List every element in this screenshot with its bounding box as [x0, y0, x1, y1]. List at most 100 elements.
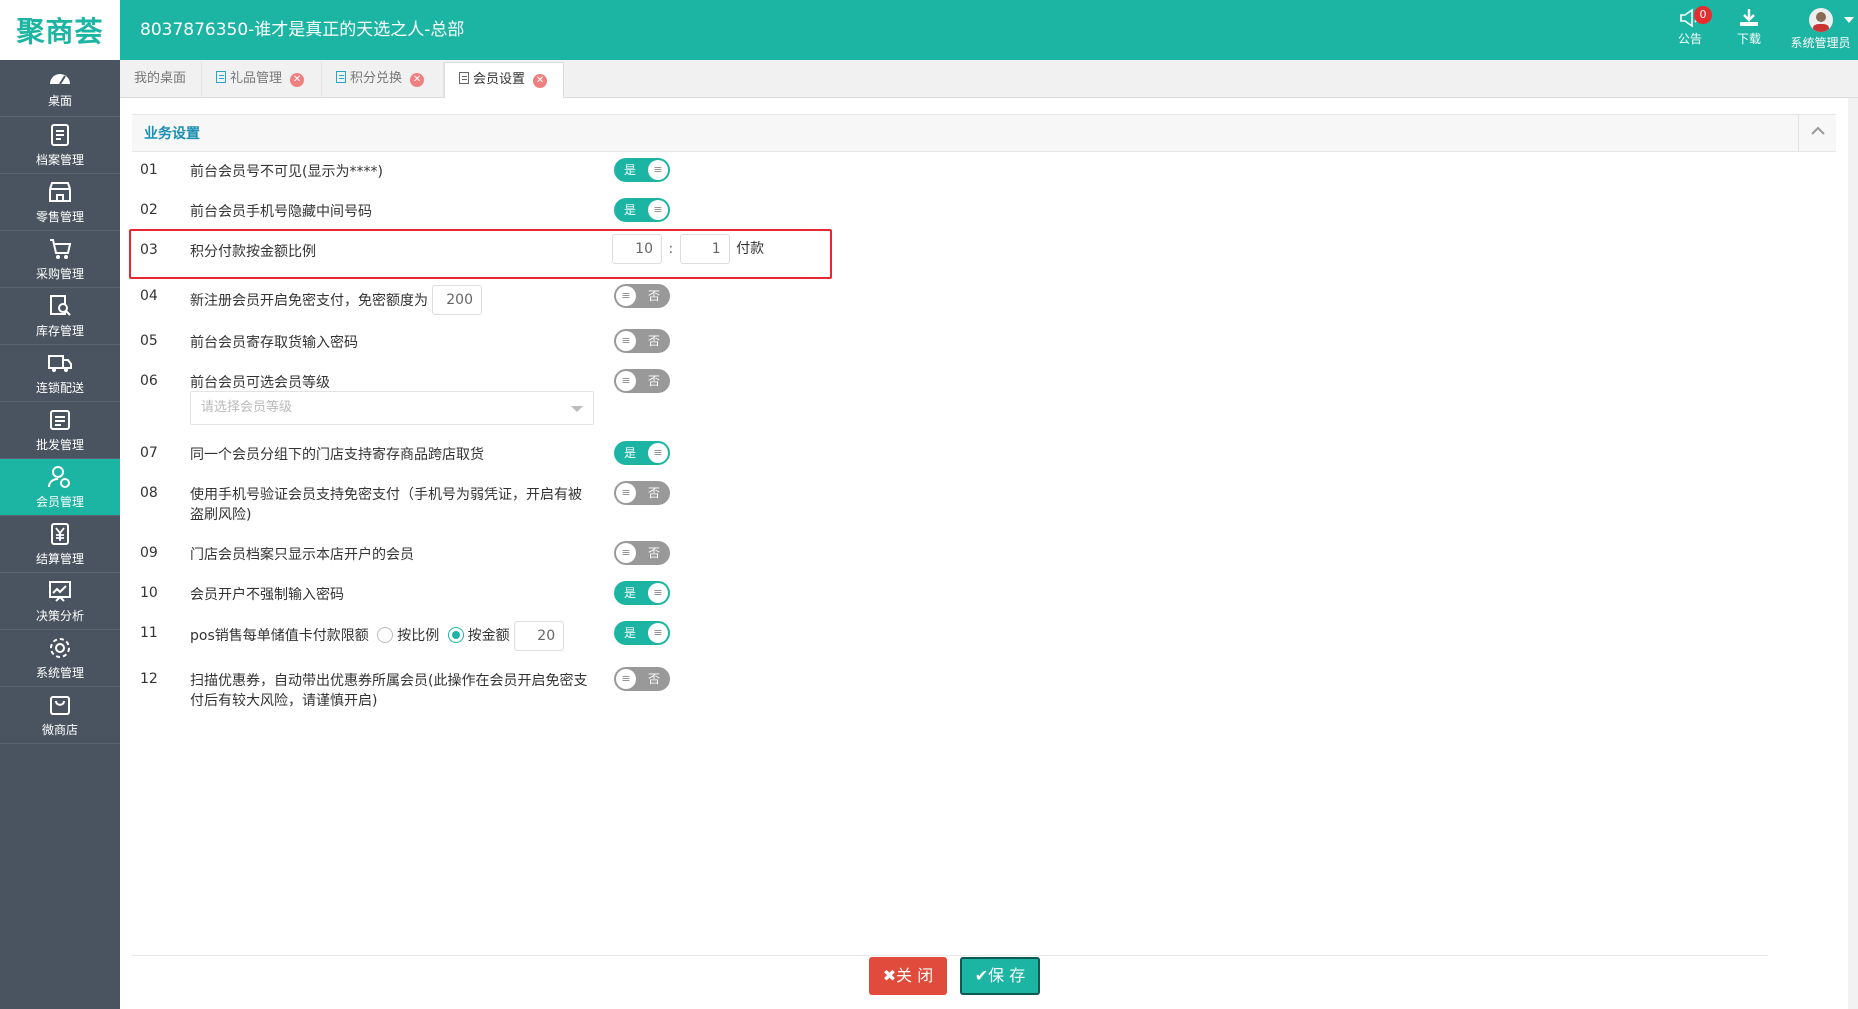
toggle-knob — [648, 623, 668, 643]
document-icon — [336, 71, 346, 83]
setting-label: 前台会员号不可见(显示为****) — [190, 164, 383, 180]
sidebar-item-analysis[interactable]: 决策分析 — [0, 573, 120, 630]
member-level-select[interactable]: 请选择会员等级 — [190, 391, 594, 425]
setting-label: 前台会员寄存取货输入密码 — [190, 335, 358, 351]
truck-icon — [48, 355, 72, 372]
toggle-knob — [616, 543, 636, 563]
toggle-knob — [616, 331, 636, 351]
sidebar-item-label: 系统管理 — [35, 666, 84, 680]
tab-label: 积分兑换 — [350, 71, 403, 86]
sidebar-item-retail[interactable]: 零售管理 — [0, 174, 120, 231]
notice-label: 公告 — [1677, 32, 1702, 46]
sidebar-item-desktop[interactable]: 桌面 — [0, 60, 120, 117]
toggle-text: 是 — [624, 586, 637, 600]
user-menu[interactable]: 系统管理员 — [1783, 8, 1858, 54]
chart-icon — [49, 581, 71, 602]
download-label: 下载 — [1736, 32, 1761, 46]
download-icon — [1740, 9, 1758, 26]
toggle-text: 否 — [647, 486, 660, 500]
card-limit-input[interactable]: 20 — [514, 621, 565, 651]
sidebar-item-label: 桌面 — [47, 94, 72, 108]
toggle-switch[interactable]: 否 — [614, 329, 670, 353]
toggle-switch[interactable]: 否 — [614, 369, 670, 393]
toggle-text: 否 — [647, 672, 660, 686]
toggle-switch[interactable]: 是 — [614, 581, 670, 605]
sidebar-item-label: 档案管理 — [35, 153, 84, 167]
toggle-text: 是 — [624, 163, 637, 177]
store-icon — [49, 182, 71, 202]
chevron-up-icon — [1810, 126, 1825, 135]
free-limit-input[interactable]: 200 — [432, 285, 482, 315]
download-button[interactable]: 下载 — [1727, 8, 1771, 54]
toggle-switch[interactable]: 是 — [614, 441, 670, 465]
toggle-switch[interactable]: 是 — [614, 198, 670, 222]
row-number: 04 — [140, 288, 158, 304]
row-number: 11 — [140, 625, 158, 641]
dashboard-icon — [50, 74, 70, 85]
chevron-down-icon — [1844, 17, 1854, 23]
sidebar-item-label: 连锁配送 — [35, 381, 84, 395]
close-icon[interactable]: ✕ — [410, 73, 425, 87]
logo-text: 聚商荟 — [16, 15, 104, 48]
avatar — [1808, 8, 1833, 32]
document-icon — [216, 71, 226, 83]
close-icon[interactable]: ✕ — [533, 74, 548, 88]
sidebar-item-purchase[interactable]: 采购管理 — [0, 231, 120, 288]
row-number: 01 — [140, 162, 158, 178]
caret-down-icon — [571, 406, 583, 412]
toggle-switch[interactable]: 是 — [614, 158, 670, 182]
row-number: 09 — [140, 545, 158, 561]
sidebar: 桌面 档案管理 零售管理 采购管理 库存管理 连锁配送 批发管理 会员管理 结算… — [0, 60, 120, 1009]
toggle-knob — [616, 483, 636, 503]
sidebar-item-archive[interactable]: 档案管理 — [0, 117, 120, 174]
sidebar-item-label: 采购管理 — [35, 267, 84, 281]
sidebar-item-system[interactable]: 系统管理 — [0, 630, 120, 687]
collapse-button[interactable] — [1798, 115, 1836, 151]
toggle-text: 是 — [624, 203, 637, 217]
sidebar-item-microshop[interactable]: 微商店 — [0, 687, 120, 744]
check-icon: ✔ — [974, 966, 989, 985]
toggle-text: 否 — [647, 289, 660, 303]
tab-bar: 我的桌面 礼品管理 ✕ 积分兑换 ✕ 会员设置 ✕ — [120, 60, 1858, 99]
sidebar-item-wholesale[interactable]: 批发管理 — [0, 402, 120, 459]
radio-label: 按比例 — [397, 628, 440, 644]
shop-bag-icon — [50, 696, 70, 715]
sidebar-item-member[interactable]: 会员管理 — [0, 459, 120, 516]
notice-count-badge: 0 — [1694, 6, 1712, 24]
notice-button[interactable]: 0 公告 — [1670, 6, 1712, 54]
save-button[interactable]: ✔保 存 — [960, 957, 1040, 995]
sidebar-item-label: 会员管理 — [35, 495, 84, 509]
close-button-label: 关 闭 — [896, 966, 934, 985]
sidebar-item-inventory[interactable]: 库存管理 — [0, 288, 120, 345]
select-placeholder: 请选择会员等级 — [201, 400, 293, 415]
radio-by-ratio[interactable] — [377, 627, 394, 643]
tab-points[interactable]: 积分兑换 ✕ — [322, 62, 444, 98]
toggle-switch[interactable]: 否 — [614, 541, 670, 565]
radio-label: 按金额 — [467, 628, 510, 644]
sidebar-item-label: 微商店 — [41, 723, 78, 737]
sidebar-item-label: 批发管理 — [35, 438, 84, 452]
tab-desktop[interactable]: 我的桌面 — [120, 62, 202, 98]
vertical-scrollbar[interactable] — [1848, 98, 1858, 1009]
radio-by-amount[interactable] — [447, 627, 464, 643]
setting-label: 会员开户不强制输入密码 — [190, 587, 344, 603]
toggle-switch[interactable]: 否 — [614, 667, 670, 691]
close-button[interactable]: ✖关 闭 — [869, 957, 947, 995]
toggle-knob — [616, 669, 636, 689]
sidebar-item-settlement[interactable]: 结算管理 — [0, 516, 120, 573]
tab-member-settings[interactable]: 会员设置 ✕ — [444, 62, 564, 99]
toggle-text: 否 — [647, 374, 660, 388]
sidebar-item-label: 库存管理 — [35, 324, 84, 338]
tab-label: 会员设置 — [473, 72, 526, 87]
toggle-knob — [616, 371, 636, 391]
setting-label: pos销售每单储值卡付款限额 — [190, 628, 369, 644]
gear-icon — [50, 638, 70, 658]
sidebar-item-delivery[interactable]: 连锁配送 — [0, 345, 120, 402]
cart-icon — [50, 239, 72, 259]
tab-label: 礼品管理 — [230, 71, 283, 86]
toggle-switch[interactable]: 是 — [614, 621, 670, 645]
tab-gift[interactable]: 礼品管理 ✕ — [202, 62, 322, 98]
toggle-switch[interactable]: 否 — [614, 481, 670, 505]
close-icon[interactable]: ✕ — [290, 73, 305, 87]
toggle-switch[interactable]: 否 — [614, 284, 670, 308]
